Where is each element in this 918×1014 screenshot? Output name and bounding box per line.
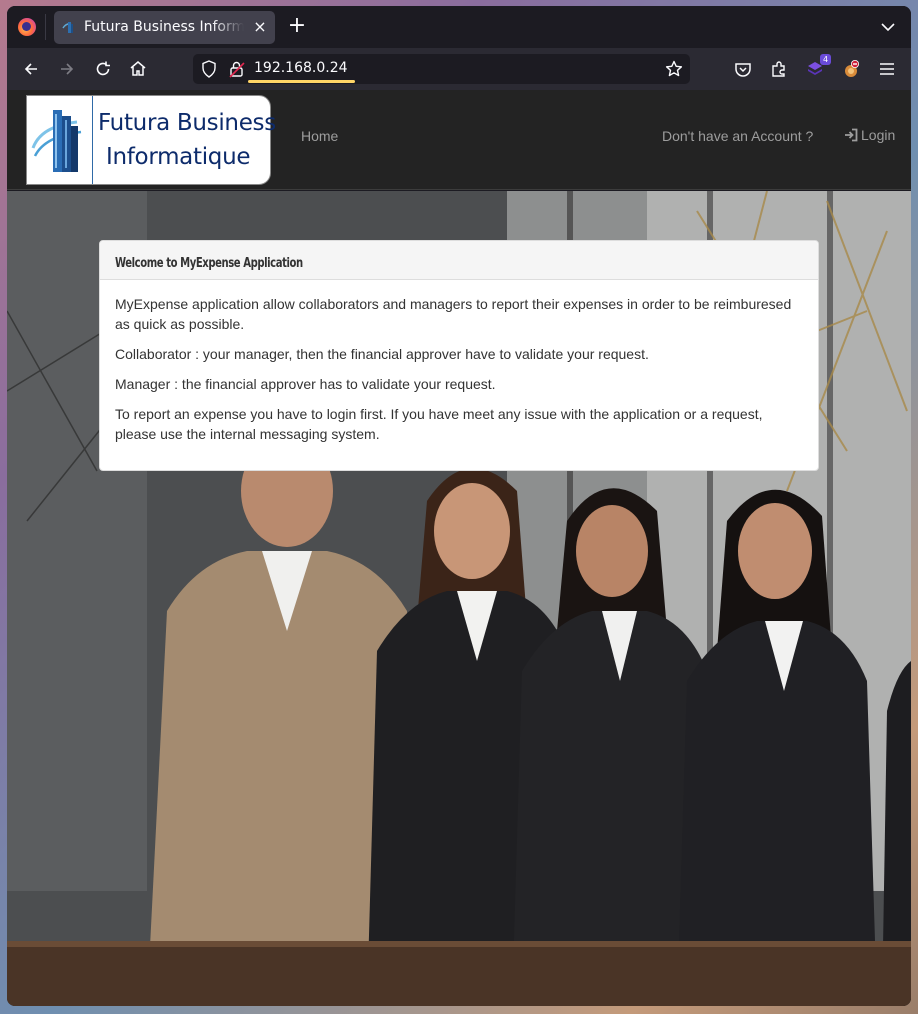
pocket-icon[interactable]: [733, 59, 753, 79]
url-highlight: [248, 80, 355, 83]
hamburger-menu-icon[interactable]: [877, 59, 897, 79]
extensions-puzzle-icon[interactable]: [769, 59, 789, 79]
chevron-down-icon[interactable]: [879, 18, 897, 36]
logo-text-line2: Informatique: [106, 144, 251, 170]
tab-title: Futura Business Informatique: [84, 19, 244, 35]
welcome-panel-body: MyExpense application allow collaborator…: [100, 280, 818, 468]
welcome-paragraph: Collaborator : your manager, then the fi…: [115, 346, 649, 362]
login-icon: [845, 128, 858, 142]
shield-icon[interactable]: [201, 60, 217, 78]
url-bar[interactable]: 192.168.0.24: [193, 54, 690, 84]
nav-login-link[interactable]: Login: [844, 127, 895, 143]
welcome-panel: Welcome to MyExpense Application MyExpen…: [99, 240, 819, 471]
firefox-menu-icon[interactable]: [18, 18, 36, 36]
site-navbar: Futura Business Informatique Home Don't …: [7, 90, 911, 190]
forward-arrow-icon[interactable]: [57, 59, 77, 79]
new-tab-button[interactable]: +: [286, 15, 308, 38]
welcome-paragraph: Manager : the financial approver has to …: [115, 376, 496, 392]
home-icon[interactable]: [128, 59, 148, 79]
browser-window: Futura Business Informatique × +: [7, 6, 911, 1006]
bookmark-star-icon[interactable]: [665, 60, 683, 78]
tab-strip: Futura Business Informatique × +: [7, 6, 911, 48]
extension-badge-count: 4: [820, 54, 831, 65]
logo-text-line1: Futura Business: [98, 110, 276, 136]
nav-register-link[interactable]: Don't have an Account ?: [662, 128, 813, 144]
site-favicon-icon: [62, 22, 73, 33]
url-text: 192.168.0.24: [254, 60, 348, 76]
login-label: Login: [861, 127, 896, 143]
welcome-paragraph: MyExpense application allow collaborator…: [115, 296, 792, 332]
site-logo[interactable]: Futura Business Informatique: [26, 95, 276, 185]
logo-divider: [92, 96, 93, 184]
nav-home-link[interactable]: Home: [301, 128, 338, 144]
reload-icon[interactable]: [93, 59, 113, 79]
welcome-panel-heading: Welcome to MyExpense Application: [100, 241, 818, 280]
welcome-paragraph: To report an expense you have to login f…: [115, 406, 763, 442]
tab-close-icon[interactable]: ×: [251, 18, 269, 36]
web-page: Futura Business Informatique Home Don't …: [7, 90, 911, 1006]
back-arrow-icon[interactable]: [21, 59, 41, 79]
navigation-toolbar: 192.168.0.24 4: [7, 48, 911, 90]
extension-blocker-icon[interactable]: [841, 59, 861, 79]
tab-active[interactable]: Futura Business Informatique ×: [54, 11, 275, 44]
welcome-panel-title: Welcome to MyExpense Application: [115, 256, 303, 271]
tab-separator: [45, 14, 46, 40]
building-logo-icon: [31, 110, 82, 172]
insecure-lock-icon[interactable]: [229, 60, 245, 78]
